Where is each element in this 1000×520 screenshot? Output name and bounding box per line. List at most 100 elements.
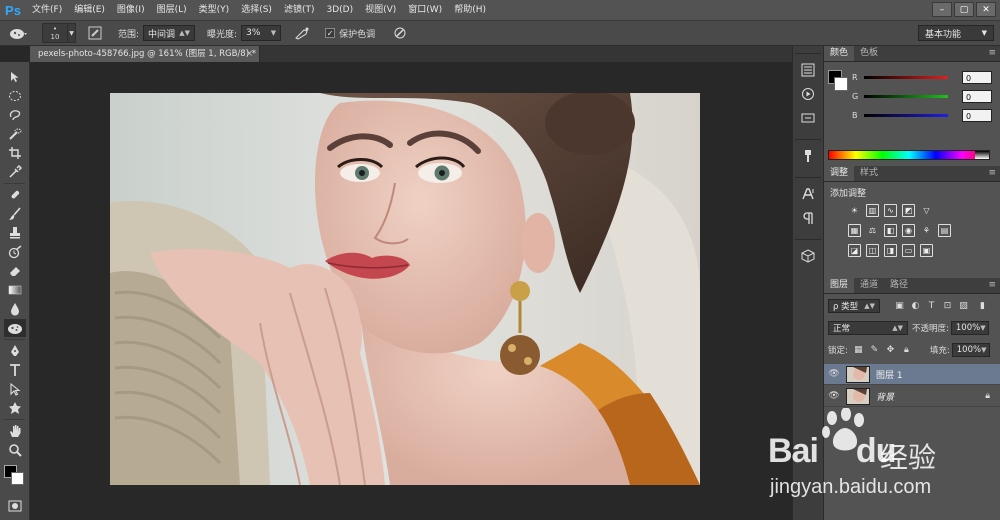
menu-edit[interactable]: 编辑(E) [68, 0, 111, 20]
panel-menu-icon[interactable]: ≡ [988, 168, 996, 178]
crop-tool-icon[interactable] [4, 144, 26, 162]
blue-value[interactable]: 0 [962, 108, 992, 122]
panel-menu-icon[interactable]: ≡ [988, 280, 996, 290]
menu-filter[interactable]: 滤镜(T) [278, 0, 321, 20]
lock-pixels-icon[interactable]: ✎ [869, 345, 880, 356]
move-tool-icon[interactable] [4, 68, 26, 86]
eye-icon[interactable]: 👁︎ [824, 391, 844, 401]
filter-adjustment-icon[interactable]: ◐ [910, 301, 921, 312]
brush-tool-icon[interactable] [4, 205, 26, 223]
paragraph-panel-icon[interactable] [797, 208, 819, 228]
eraser-tool-icon[interactable] [4, 262, 26, 280]
type-tool-icon[interactable] [4, 361, 26, 379]
zoom-tool-icon[interactable] [4, 441, 26, 459]
tab-color[interactable]: 颜色 [824, 46, 855, 61]
channel-mixer-icon[interactable]: ⚘ [920, 224, 933, 237]
exposure-icon[interactable]: ◩ [902, 204, 915, 217]
menu-view[interactable]: 视图(V) [359, 0, 402, 20]
photo-filter-icon[interactable]: ◉ [902, 224, 915, 237]
gradient-map-icon[interactable]: ▭ [902, 244, 915, 257]
layer-filter-kind-select[interactable]: ρ 类型 ▲▼ [828, 299, 880, 313]
brush-picker-arrow-icon[interactable]: ▼ [68, 23, 76, 43]
path-selection-tool-icon[interactable] [4, 380, 26, 398]
sponge-tool-icon[interactable] [4, 319, 26, 337]
menu-file[interactable]: 文件(F) [26, 0, 68, 20]
tab-styles[interactable]: 样式 [854, 166, 884, 181]
lock-position-icon[interactable]: ✥ [885, 345, 896, 356]
protect-tones-checkbox[interactable]: ✓ [325, 28, 336, 38]
threshold-icon[interactable]: ◨ [884, 244, 897, 257]
tab-layers[interactable]: 图层 [824, 278, 855, 293]
healing-brush-tool-icon[interactable] [4, 186, 26, 204]
range-select[interactable]: 中间调 ▲▼ [143, 25, 196, 41]
exposure-input[interactable]: 3% ▼ [241, 25, 282, 41]
menu-layer[interactable]: 图层(L) [151, 0, 193, 20]
layer-row[interactable]: 👁︎ 背景 🔒︎ [824, 386, 1000, 407]
invert-icon[interactable]: ◪ [848, 244, 861, 257]
character-panel-icon[interactable] [797, 184, 819, 204]
curves-icon[interactable]: ∿ [884, 204, 897, 217]
brightness-contrast-icon[interactable]: ☀ [848, 204, 861, 217]
posterize-icon[interactable]: ◫ [866, 244, 879, 257]
background-color-chip[interactable] [834, 77, 848, 91]
canvas-area[interactable] [30, 62, 792, 520]
menu-window[interactable]: 窗口(W) [402, 0, 448, 20]
blur-tool-icon[interactable] [4, 300, 26, 318]
menu-image[interactable]: 图像(I) [111, 0, 151, 20]
opacity-input[interactable]: 100% ▼ [950, 321, 989, 335]
document-canvas-image[interactable] [110, 93, 700, 485]
green-value[interactable]: 0 [962, 89, 992, 103]
color-lookup-icon[interactable]: ▤ [938, 224, 951, 237]
brush-size-picker[interactable]: • 10 [42, 23, 68, 43]
color-swatches[interactable] [2, 463, 28, 489]
actions-panel-icon[interactable] [797, 84, 819, 104]
red-value[interactable]: 0 [962, 70, 992, 84]
tab-channels[interactable]: 通道 [854, 278, 884, 293]
filter-toggle-icon[interactable]: ▮ [977, 301, 988, 312]
lock-transparent-icon[interactable]: ▦ [853, 345, 864, 356]
filter-smart-object-icon[interactable]: ▨ [958, 301, 969, 312]
close-icon[interactable]: × [246, 46, 253, 62]
blue-slider[interactable] [864, 113, 948, 117]
tab-swatches[interactable]: 色板 [854, 46, 884, 61]
fill-input[interactable]: 100% ▼ [951, 343, 990, 357]
tab-paths[interactable]: 路径 [884, 278, 914, 293]
filter-type-icon[interactable]: T [926, 301, 937, 312]
history-brush-tool-icon[interactable] [4, 243, 26, 261]
tab-adjustments[interactable]: 调整 [824, 166, 855, 181]
3d-panel-icon[interactable] [797, 246, 819, 266]
vibrance-icon[interactable]: ▽ [920, 204, 933, 217]
pen-tool-icon[interactable] [4, 342, 26, 360]
color-balance-icon[interactable]: ⚖ [866, 224, 879, 237]
gradient-tool-icon[interactable] [4, 281, 26, 299]
brush-panel-toggle-icon[interactable] [84, 24, 106, 42]
quick-selection-tool-icon[interactable] [4, 125, 26, 143]
red-slider[interactable] [864, 75, 948, 79]
color-spectrum-ramp[interactable] [828, 150, 990, 160]
filter-shape-icon[interactable]: ⊡ [942, 301, 953, 312]
workspace-select[interactable]: 基本功能 ▼ [918, 25, 994, 41]
maximize-button[interactable]: ▢ [954, 2, 974, 17]
green-slider[interactable] [864, 94, 948, 98]
filter-pixel-icon[interactable]: ▣ [894, 301, 905, 312]
eyedropper-tool-icon[interactable] [4, 163, 26, 181]
menu-type[interactable]: 类型(Y) [193, 0, 236, 20]
history-panel-icon[interactable] [797, 60, 819, 80]
minimize-button[interactable]: – [932, 2, 952, 17]
menu-help[interactable]: 帮助(H) [448, 0, 492, 20]
info-panel-icon[interactable] [797, 108, 819, 128]
menu-3d[interactable]: 3D(D) [320, 0, 359, 20]
background-color-swatch[interactable] [11, 472, 24, 485]
black-white-icon[interactable]: ◧ [884, 224, 897, 237]
hue-saturation-icon[interactable]: ▦ [848, 224, 861, 237]
pressure-size-icon[interactable] [389, 24, 411, 42]
close-button[interactable]: ✕ [976, 2, 996, 17]
eye-icon[interactable]: 👁︎ [824, 369, 844, 379]
lasso-tool-icon[interactable] [4, 106, 26, 124]
lock-all-icon[interactable]: 🔒︎ [901, 345, 912, 356]
menu-select[interactable]: 选择(S) [235, 0, 278, 20]
selective-color-icon[interactable]: ▣ [920, 244, 933, 257]
quick-mask-icon[interactable] [4, 497, 26, 515]
brush-presets-panel-icon[interactable] [797, 146, 819, 166]
airbrush-icon[interactable] [291, 24, 313, 42]
